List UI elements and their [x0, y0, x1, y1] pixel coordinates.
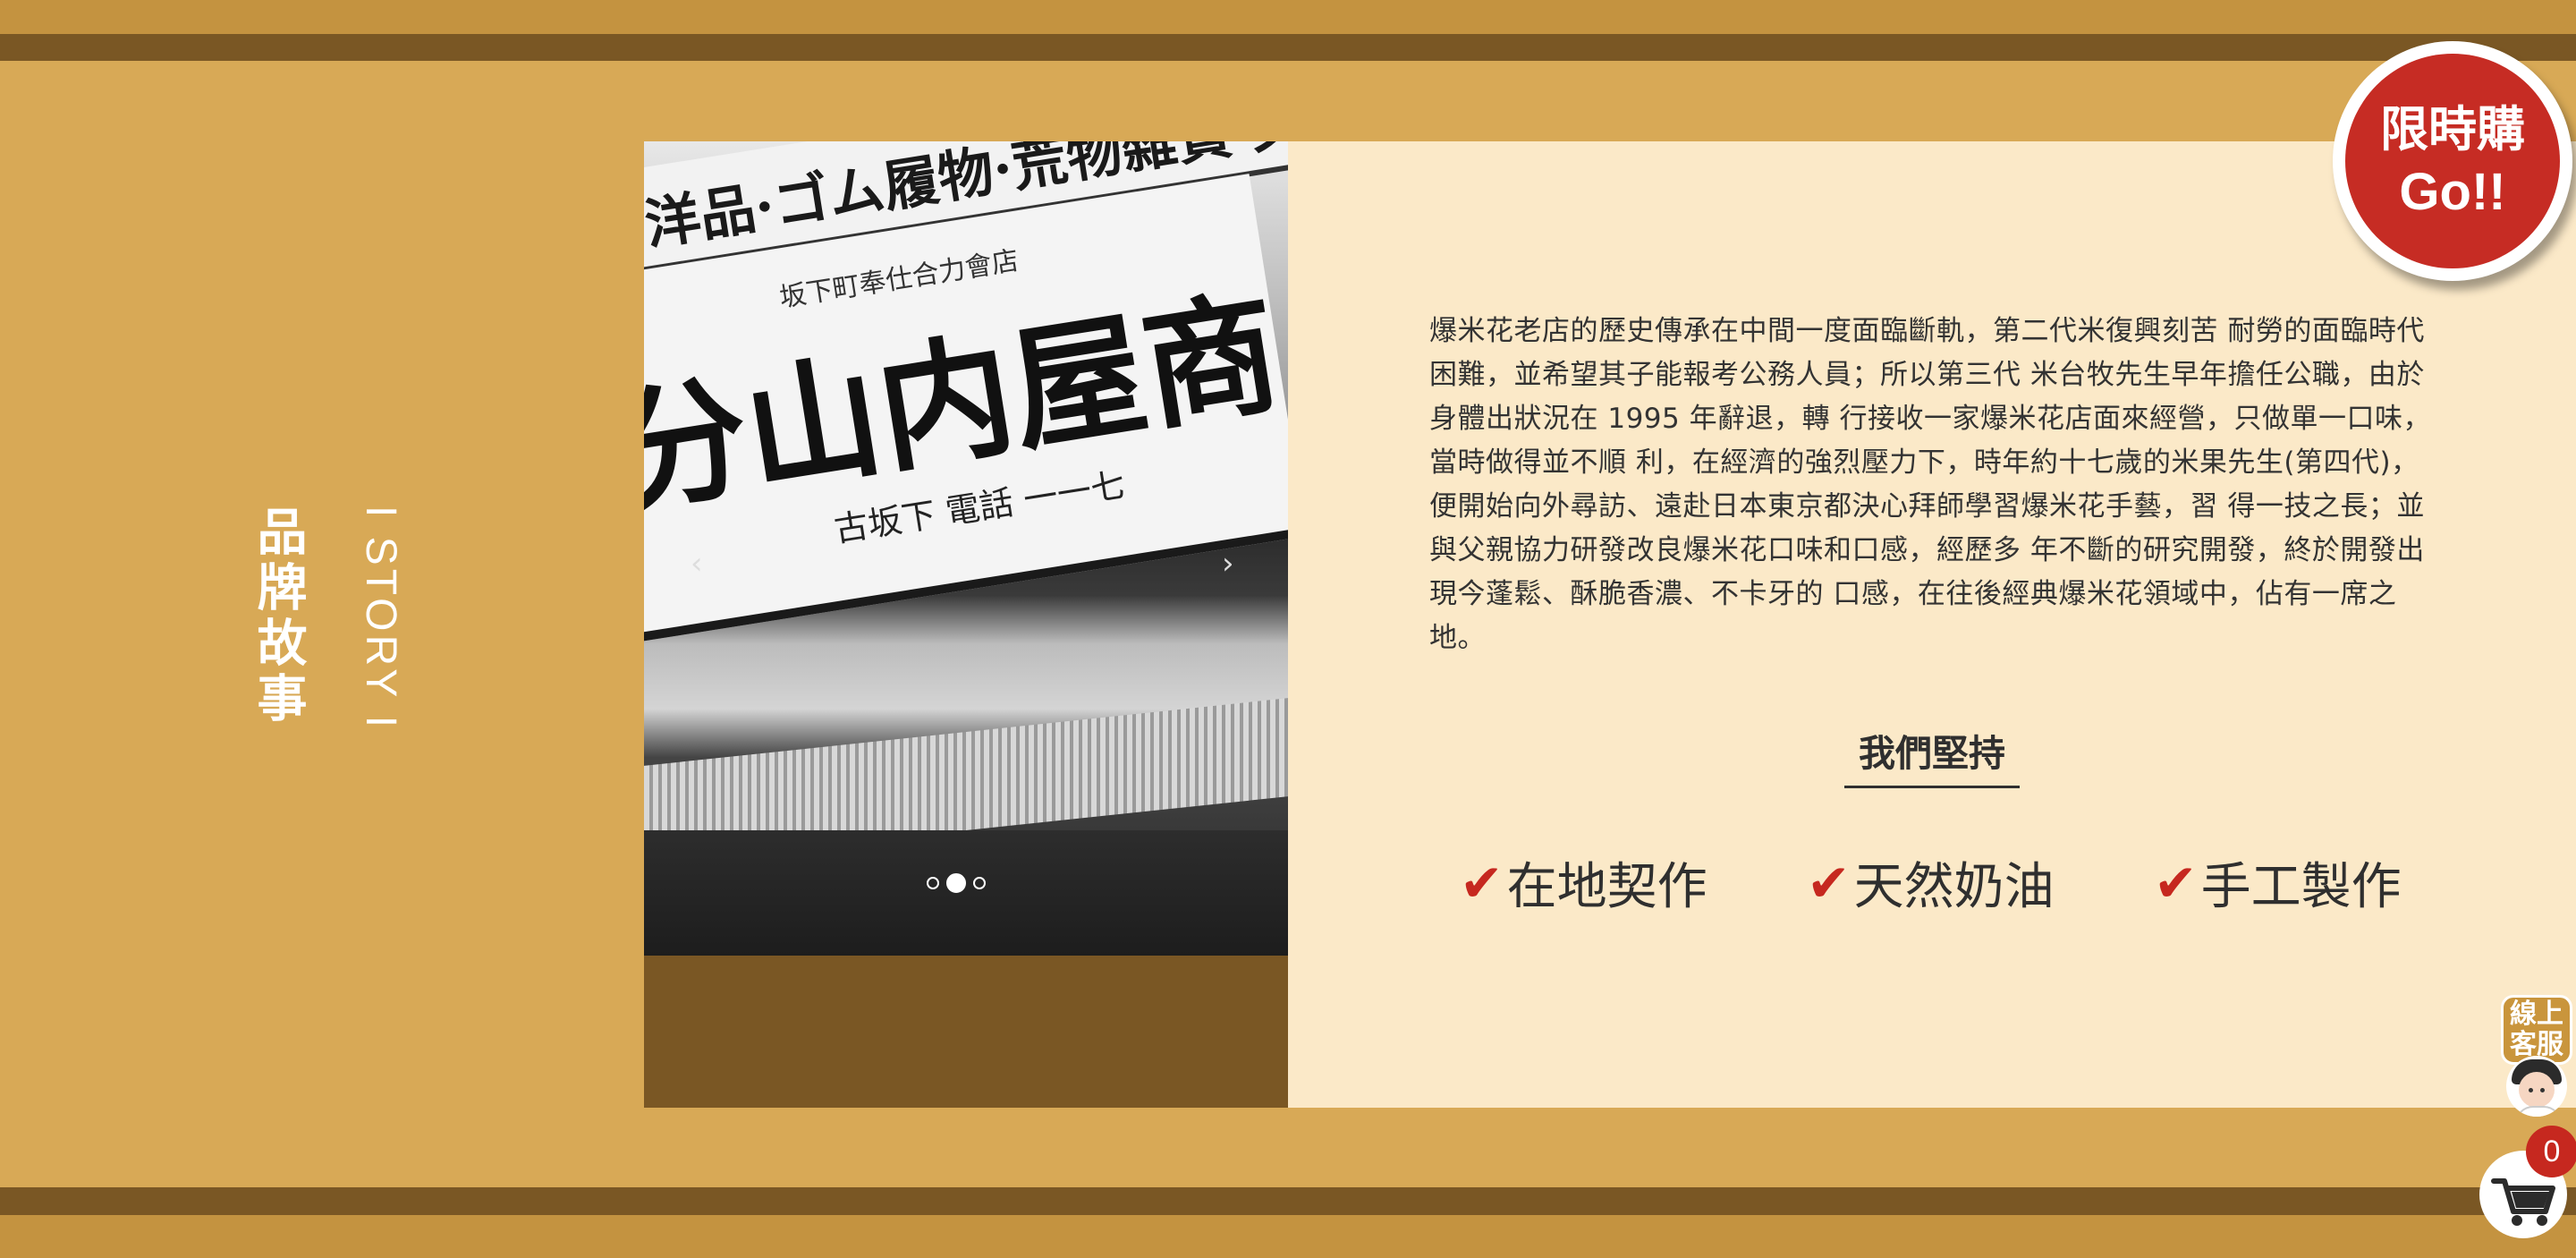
carousel-dots [927, 873, 986, 893]
promo-badge: 限時購 Go!! [2345, 54, 2560, 268]
carousel-dot-2[interactable] [946, 873, 966, 893]
carousel-next-button[interactable]: › [1222, 546, 1234, 582]
bottom-band [0, 1215, 2576, 1258]
carousel-dot-1[interactable] [927, 877, 939, 889]
check-icon: ✔ [1807, 852, 1851, 914]
support-agent-icon [2506, 1056, 2567, 1117]
commitment-heading: 我們堅持 [1844, 723, 2020, 788]
online-support-button[interactable]: 線上客服 [2501, 995, 2572, 1120]
cart-count-badge: 0 [2526, 1126, 2576, 1177]
commitment-label: 在地契作 [1506, 858, 1707, 916]
limited-time-promo-button[interactable]: 限時購 Go!! [2333, 41, 2572, 281]
shop-front [644, 830, 1288, 956]
section-title: 品牌故事 [249, 506, 307, 727]
top-band [0, 0, 2576, 34]
commitment-item-butter: ✔ 天然奶油 [1807, 846, 2055, 919]
support-label: 線上客服 [2501, 995, 2572, 1065]
photo-carousel[interactable]: 洋品·ゴム履物·荒物雜貨·文 坂下町奉仕合力會店 分山内屋商 古坂下 電話 一一… [644, 141, 1288, 1108]
carousel-prev-button[interactable]: ‹ [691, 546, 703, 582]
bottom-band-stripe [0, 1187, 2576, 1215]
carousel-slide-image: 洋品·ゴム履物·荒物雜貨·文 坂下町奉仕合力會店 分山内屋商 古坂下 電話 一一… [644, 141, 1288, 956]
top-band-stripe [0, 34, 2576, 61]
promo-line1: 限時購 [2380, 101, 2525, 157]
section-subtitle: I STORY I [357, 506, 404, 732]
commitment-item-local: ✔ 在地契作 [1460, 846, 1707, 919]
commitment-item-handmade: ✔ 手工製作 [2154, 846, 2402, 919]
check-icon: ✔ [2154, 852, 2198, 914]
commitment-label: 手工製作 [2200, 858, 2402, 916]
promo-line2: Go!! [2399, 163, 2506, 221]
story-paragraph: 爆米花老店的歷史傳承在中間一度面臨斷軌，第二代米復興刻苦 耐勞的面臨時代困難，並… [1429, 315, 2431, 654]
check-icon: ✔ [1460, 852, 1504, 914]
commitment-label: 天然奶油 [1853, 858, 2055, 916]
carousel-dot-3[interactable] [973, 877, 986, 889]
